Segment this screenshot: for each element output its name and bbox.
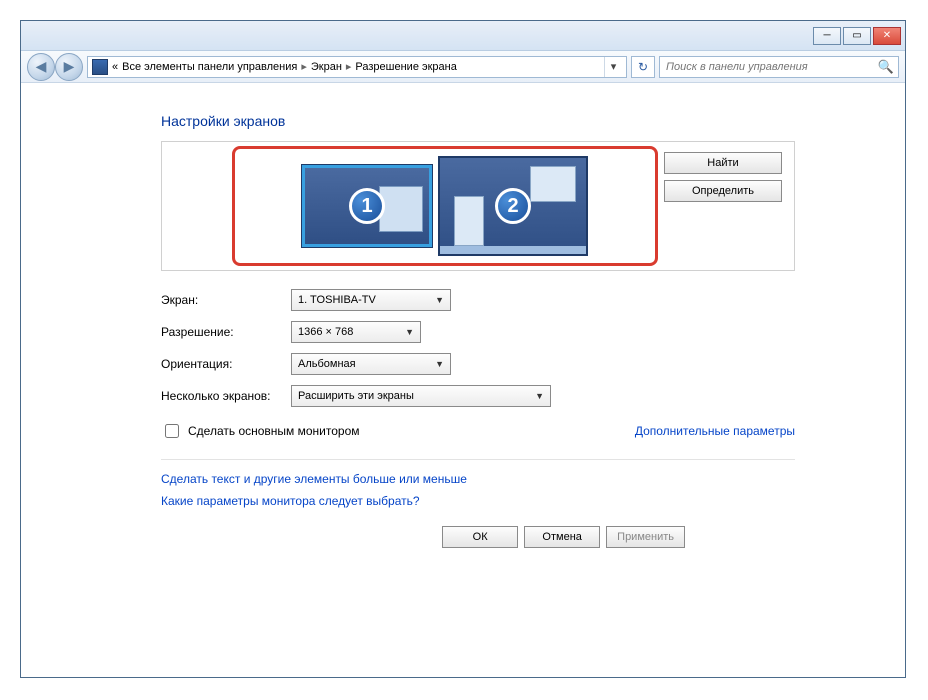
address-bar[interactable]: « Все элементы панели управления ▸ Экран…: [87, 56, 627, 78]
monitor-2-window-icon: [454, 196, 484, 246]
page-title: Настройки экранов: [161, 113, 795, 129]
chevron-right-icon: ▸: [346, 60, 352, 73]
chevron-down-icon: ▼: [405, 327, 414, 337]
help-links: Сделать текст и другие элементы больше и…: [161, 472, 795, 508]
resolution-label: Разрешение:: [161, 325, 291, 339]
chevron-down-icon: ▼: [435, 359, 444, 369]
window: ─ ▭ ✕ ◀ ▶ « Все элементы панели управлен…: [20, 20, 906, 678]
orientation-label: Ориентация:: [161, 357, 291, 371]
multi-select[interactable]: Расширить эти экраны ▼: [291, 385, 551, 407]
search-icon[interactable]: 🔍: [878, 59, 894, 75]
multi-label: Несколько экранов:: [161, 389, 291, 403]
screen-select[interactable]: 1. TOSHIBA-TV ▼: [291, 289, 451, 311]
text-size-link[interactable]: Сделать текст и другие элементы больше и…: [161, 472, 795, 486]
cancel-button[interactable]: Отмена: [524, 526, 600, 548]
breadcrumb-lead: «: [112, 61, 118, 73]
multi-select-value: Расширить эти экраны: [298, 390, 414, 402]
nav-buttons: ◀ ▶: [27, 53, 83, 81]
search-box[interactable]: 🔍: [659, 56, 899, 78]
close-button[interactable]: ✕: [873, 27, 901, 45]
find-button[interactable]: Найти: [664, 152, 782, 174]
detect-button[interactable]: Определить: [664, 180, 782, 202]
address-dropdown[interactable]: ▾: [604, 57, 622, 77]
screen-select-value: 1. TOSHIBA-TV: [298, 294, 376, 306]
main-monitor-checkbox-label: Сделать основным монитором: [188, 424, 360, 438]
breadcrumb-item[interactable]: Экран: [311, 61, 342, 73]
resolution-select[interactable]: 1366 × 768 ▼: [291, 321, 421, 343]
main-monitor-checkbox[interactable]: Сделать основным монитором: [161, 421, 360, 441]
display-preview-panel: 1 2 Найти Определить: [161, 141, 795, 271]
chevron-down-icon: ▼: [535, 391, 544, 401]
checkbox-row: Сделать основным монитором Дополнительны…: [161, 421, 795, 460]
orientation-select-value: Альбомная: [298, 358, 356, 370]
nav-row: ◀ ▶ « Все элементы панели управления ▸ Э…: [21, 51, 905, 83]
resolution-select-value: 1366 × 768: [298, 326, 353, 338]
search-input[interactable]: [664, 60, 878, 74]
monitor-1[interactable]: 1: [302, 165, 432, 247]
monitor-1-badge: 1: [349, 188, 385, 224]
orientation-select[interactable]: Альбомная ▼: [291, 353, 451, 375]
chevron-down-icon: ▼: [435, 295, 444, 305]
control-panel-icon: [92, 59, 108, 75]
breadcrumb-item[interactable]: Все элементы панели управления: [122, 61, 297, 73]
main-monitor-checkbox-input[interactable]: [165, 424, 179, 438]
monitor-2-taskbar-icon: [440, 246, 586, 254]
display-preview-highlight: 1 2: [232, 146, 658, 266]
breadcrumb-item[interactable]: Разрешение экрана: [355, 61, 456, 73]
maximize-button[interactable]: ▭: [843, 27, 871, 45]
minimize-button[interactable]: ─: [813, 27, 841, 45]
screen-label: Экран:: [161, 293, 291, 307]
chevron-right-icon: ▸: [301, 60, 307, 73]
dialog-footer: ОК Отмена Применить: [161, 508, 795, 548]
settings-grid: Экран: 1. TOSHIBA-TV ▼ Разрешение: 1366 …: [161, 289, 795, 407]
monitor-2-window-icon: [530, 166, 576, 202]
titlebar: ─ ▭ ✕: [21, 21, 905, 51]
content-area: Настройки экранов 1 2 Найти Определить: [21, 83, 905, 677]
preview-side-buttons: Найти Определить: [664, 142, 794, 270]
apply-button[interactable]: Применить: [606, 526, 685, 548]
refresh-button[interactable]: ↻: [631, 56, 655, 78]
ok-button[interactable]: ОК: [442, 526, 518, 548]
monitor-1-window-icon: [379, 186, 423, 232]
monitor-2[interactable]: 2: [438, 156, 588, 256]
forward-button[interactable]: ▶: [55, 53, 83, 81]
which-settings-link[interactable]: Какие параметры монитора следует выбрать…: [161, 494, 795, 508]
monitor-2-badge: 2: [495, 188, 531, 224]
back-button[interactable]: ◀: [27, 53, 55, 81]
advanced-settings-link[interactable]: Дополнительные параметры: [635, 424, 795, 438]
